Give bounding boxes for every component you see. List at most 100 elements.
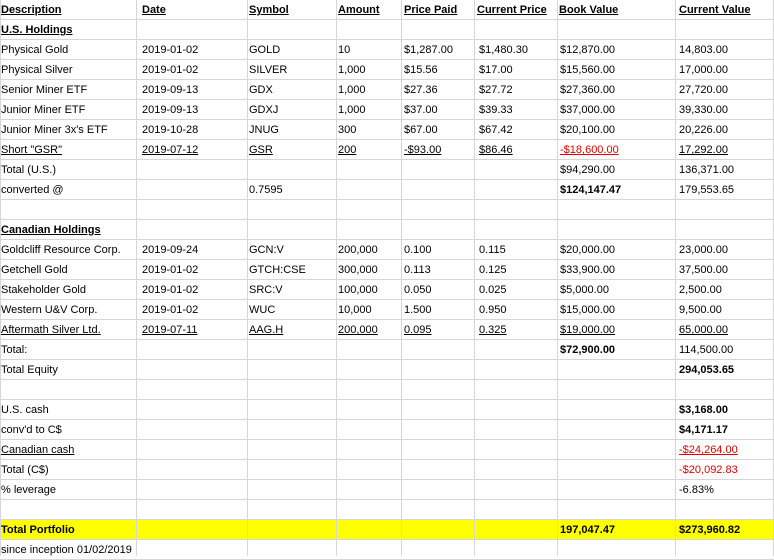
cell-current-price[interactable]: $86.46 — [479, 140, 513, 160]
cell-symbol[interactable]: AAG.H — [249, 320, 283, 340]
cell-book-value[interactable]: $12,870.00 — [560, 40, 615, 60]
cell-book-value[interactable]: $15,560.00 — [560, 60, 615, 80]
cell-book-value[interactable]: $20,100.00 — [560, 120, 615, 140]
cell-date[interactable]: 2019-07-12 — [142, 140, 198, 160]
cell-book-value[interactable]: $20,000.00 — [560, 240, 615, 260]
cell-symbol[interactable]: GDX — [249, 80, 273, 100]
cell-current-price[interactable]: $1,480.30 — [479, 40, 528, 60]
cell-book-value[interactable]: $15,000.00 — [560, 300, 615, 320]
cell-symbol[interactable]: GTCH:CSE — [249, 260, 306, 280]
cell-description[interactable]: Canadian Holdings — [1, 220, 101, 240]
cell-price-paid[interactable]: $27.36 — [404, 80, 438, 100]
cell-description[interactable]: % leverage — [1, 480, 56, 500]
header-book-value[interactable]: Book Value — [559, 0, 618, 20]
cell-amount[interactable]: 200,000 — [338, 320, 378, 340]
cell-description[interactable]: since inception 01/02/2019 — [1, 540, 132, 560]
cell-symbol[interactable]: GSR — [249, 140, 273, 160]
cell-current-value[interactable]: 65,000.00 — [679, 320, 728, 340]
cell-description[interactable]: Junior Miner ETF — [1, 100, 85, 120]
cell-current-price[interactable]: 0.115 — [479, 240, 506, 260]
cell-description[interactable]: U.S. Holdings — [1, 20, 73, 40]
cell-price-paid[interactable]: 0.050 — [404, 280, 432, 300]
cell-description[interactable]: Canadian cash — [1, 440, 74, 460]
cell-current-price[interactable]: 0.125 — [479, 260, 507, 280]
cell-price-paid[interactable]: $15.56 — [404, 60, 438, 80]
cell-symbol[interactable]: GDXJ — [249, 100, 278, 120]
cell-description[interactable]: Junior Miner 3x's ETF — [1, 120, 108, 140]
cell-price-paid[interactable]: $37.00 — [404, 100, 438, 120]
cell-price-paid[interactable]: 0.095 — [404, 320, 432, 340]
cell-symbol[interactable]: JNUG — [249, 120, 279, 140]
cell-description[interactable]: Aftermath Silver Ltd. — [1, 320, 101, 340]
cell-date[interactable]: 2019-01-02 — [142, 300, 198, 320]
cell-current-price[interactable]: $17.00 — [479, 60, 513, 80]
header-date[interactable]: Date — [142, 0, 166, 20]
header-current-value[interactable]: Current Value — [679, 0, 751, 20]
header-price-paid[interactable]: Price Paid — [404, 0, 457, 20]
cell-book-value[interactable]: $19,000.00 — [560, 320, 615, 340]
cell-current-value[interactable]: -6.83% — [679, 480, 714, 500]
cell-current-value[interactable]: -$24,264.00 — [679, 440, 738, 460]
cell-description[interactable]: Physical Gold — [1, 40, 68, 60]
cell-current-value[interactable]: $273,960.82 — [679, 520, 740, 540]
cell-current-value[interactable]: 39,330.00 — [679, 100, 728, 120]
cell-price-paid[interactable]: 1.500 — [404, 300, 432, 320]
cell-current-value[interactable]: 179,553.65 — [679, 180, 734, 200]
cell-book-value[interactable]: -$18,600.00 — [560, 140, 619, 160]
cell-book-value[interactable]: $94,290.00 — [560, 160, 615, 180]
cell-current-price[interactable]: $39.33 — [479, 100, 513, 120]
cell-current-value[interactable]: -$20,092.83 — [679, 460, 738, 480]
header-current-price[interactable]: Current Price — [477, 0, 547, 20]
cell-price-paid[interactable]: -$93.00 — [404, 140, 441, 160]
cell-current-price[interactable]: 0.025 — [479, 280, 507, 300]
cell-date[interactable]: 2019-09-13 — [142, 80, 198, 100]
header-symbol[interactable]: Symbol — [249, 0, 289, 20]
cell-description[interactable]: Total (C$) — [1, 460, 49, 480]
cell-price-paid[interactable]: $67.00 — [404, 120, 438, 140]
cell-amount[interactable]: 300,000 — [338, 260, 378, 280]
header-description[interactable]: Description — [1, 0, 62, 20]
cell-amount[interactable]: 1,000 — [338, 80, 366, 100]
cell-date[interactable]: 2019-01-02 — [142, 280, 198, 300]
cell-current-price[interactable]: 0.950 — [479, 300, 507, 320]
cell-current-value[interactable]: 37,500.00 — [679, 260, 728, 280]
cell-description[interactable]: Total (U.S.) — [1, 160, 56, 180]
cell-description[interactable]: conv'd to C$ — [1, 420, 62, 440]
cell-amount[interactable]: 10 — [338, 40, 350, 60]
cell-description[interactable]: Goldcliff Resource Corp. — [1, 240, 121, 260]
cell-date[interactable]: 2019-01-02 — [142, 60, 198, 80]
cell-book-value[interactable]: $72,900.00 — [560, 340, 615, 360]
cell-current-value[interactable]: 114,500.00 — [679, 340, 733, 360]
cell-date[interactable]: 2019-09-24 — [142, 240, 198, 260]
cell-amount[interactable]: 200,000 — [338, 240, 378, 260]
cell-amount[interactable]: 300 — [338, 120, 356, 140]
cell-book-value[interactable]: $124,147.47 — [560, 180, 621, 200]
cell-book-value[interactable]: $33,900.00 — [560, 260, 615, 280]
cell-date[interactable]: 2019-09-13 — [142, 100, 198, 120]
cell-current-value[interactable]: 23,000.00 — [679, 240, 728, 260]
cell-description[interactable]: Western U&V Corp. — [1, 300, 97, 320]
cell-current-value[interactable]: 27,720.00 — [679, 80, 728, 100]
cell-amount[interactable]: 200 — [338, 140, 356, 160]
cell-symbol[interactable]: 0.7595 — [249, 180, 283, 200]
cell-symbol[interactable]: WUC — [249, 300, 275, 320]
cell-current-price[interactable]: $27.72 — [479, 80, 513, 100]
cell-date[interactable]: 2019-07-11 — [142, 320, 197, 340]
cell-current-price[interactable]: $67.42 — [479, 120, 513, 140]
cell-current-value[interactable]: 20,226.00 — [679, 120, 728, 140]
cell-description[interactable]: Total Portfolio — [1, 520, 75, 540]
cell-book-value[interactable]: 197,047.47 — [560, 520, 615, 540]
cell-amount[interactable]: 100,000 — [338, 280, 378, 300]
cell-price-paid[interactable]: 0.113 — [404, 260, 431, 280]
cell-description[interactable]: Getchell Gold — [1, 260, 68, 280]
cell-current-value[interactable]: 136,371.00 — [679, 160, 734, 180]
cell-description[interactable]: Physical Silver — [1, 60, 73, 80]
cell-date[interactable]: 2019-01-02 — [142, 40, 198, 60]
cell-book-value[interactable]: $27,360.00 — [560, 80, 615, 100]
cell-amount[interactable]: 1,000 — [338, 60, 366, 80]
cell-price-paid[interactable]: $1,287.00 — [404, 40, 453, 60]
cell-symbol[interactable]: GOLD — [249, 40, 280, 60]
cell-description[interactable]: Total Equity — [1, 360, 58, 380]
cell-symbol[interactable]: SRC:V — [249, 280, 283, 300]
cell-current-value[interactable]: 17,292.00 — [679, 140, 728, 160]
